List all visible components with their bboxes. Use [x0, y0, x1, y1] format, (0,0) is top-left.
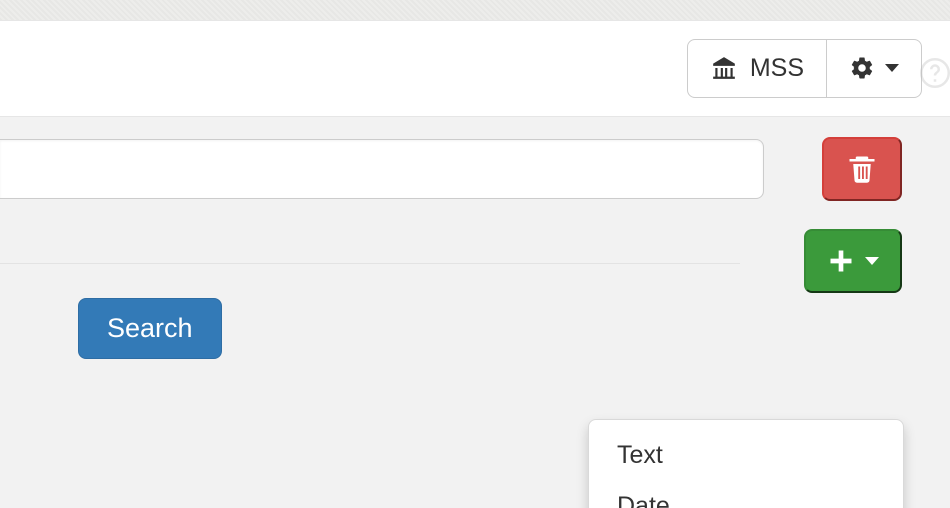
- divider: [0, 263, 740, 264]
- add-field-menu-item-date[interactable]: Date: [589, 481, 903, 508]
- window-texture: [0, 0, 950, 20]
- settings-button[interactable]: [827, 39, 922, 98]
- add-field-menu-item-text[interactable]: Text: [589, 430, 903, 481]
- add-row: [0, 229, 950, 293]
- gear-icon: [849, 55, 875, 81]
- plus-icon: [827, 247, 855, 275]
- add-field-menu: Text Date Boolean: [588, 419, 904, 508]
- trash-icon: [847, 152, 877, 186]
- caret-down-icon: [885, 64, 899, 72]
- repository-label: MSS: [750, 52, 804, 85]
- repository-button-group: MSS: [687, 39, 922, 98]
- delete-row-button[interactable]: [822, 137, 902, 201]
- institution-icon: [710, 55, 738, 81]
- content-area: Search Text Date Boolean: [0, 117, 950, 359]
- search-button-label: Search: [107, 313, 193, 343]
- caret-down-icon: [865, 257, 879, 265]
- toolbar: MSS: [0, 20, 950, 117]
- search-input[interactable]: [0, 139, 764, 199]
- submit-row: Search: [0, 298, 950, 359]
- add-field-button[interactable]: [804, 229, 902, 293]
- help-icon[interactable]: [920, 58, 950, 88]
- repository-button[interactable]: MSS: [687, 39, 827, 98]
- search-row: [0, 137, 950, 201]
- search-button[interactable]: Search: [78, 298, 222, 359]
